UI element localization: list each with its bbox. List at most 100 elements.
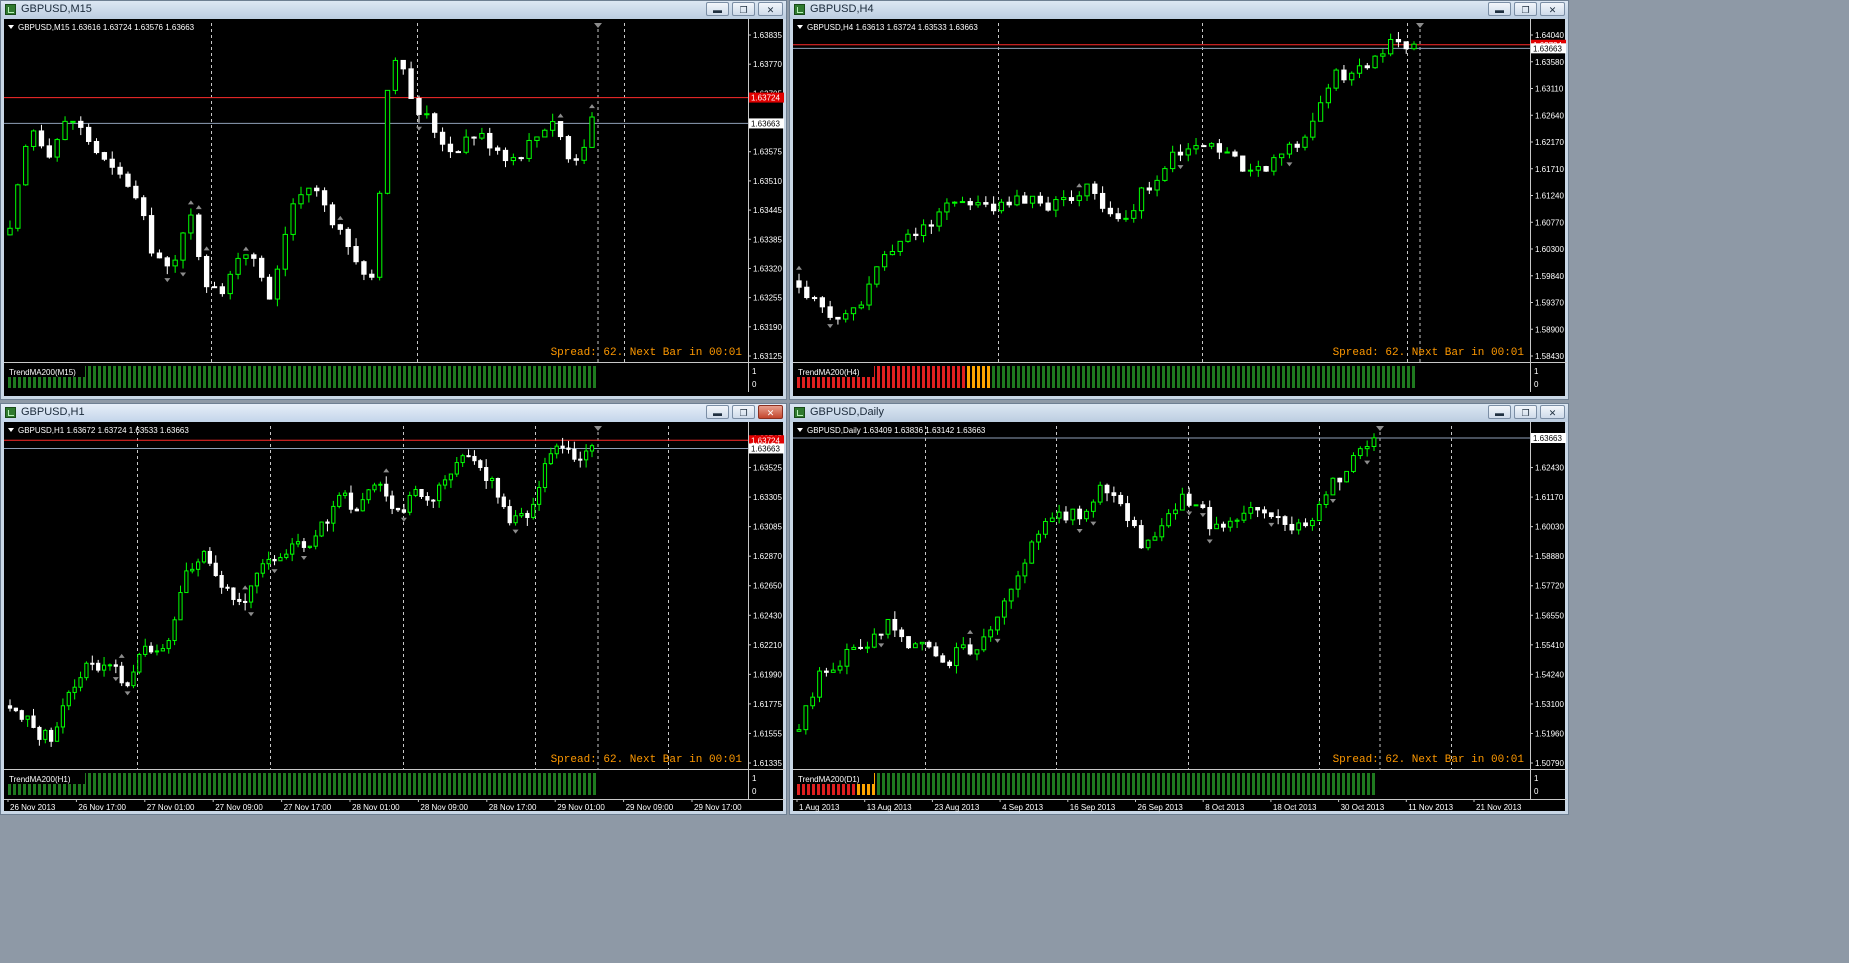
candlestick-chart[interactable]: 1.64040 1.63580 1.63110 1.62640 1.62170 1.617… [793,19,1567,398]
candle-body [196,561,201,570]
candle-body [348,492,354,510]
candle-body [1330,477,1336,496]
minimize-button[interactable]: ▬ [706,2,729,16]
fractal-arrow-icon [1268,522,1275,527]
trend-histogram-bar [133,773,136,795]
candle-body [331,505,336,524]
candle-body [1247,169,1254,172]
chart-window-h1[interactable]: GBPUSD,H1 ▬ ❐ ✕ 1.637451.635251.633051.6… [0,403,787,815]
candle-body [361,261,367,275]
candle-body [913,233,919,237]
candlestick-chart[interactable]: 1.63663 1.62430 1.61170 1.60030 1.58880 1.577… [793,422,1567,813]
candle-body [871,633,877,648]
candle-body [919,641,925,645]
trend-histogram-bar [378,366,381,388]
time-tick-label: 13 Aug 2013 [867,803,912,812]
bid-price-label: 1.63663 [751,119,780,128]
trend-histogram-bar [373,773,376,795]
trend-histogram-bar [1042,773,1045,795]
candlestick-chart[interactable]: 1.637451.635251.633051.630851.628701.626… [4,422,785,813]
candle-body [109,158,115,168]
window-titlebar[interactable]: GBPUSD,M15 ▬ ❐ ✕ [1,1,786,19]
candle-body [1310,520,1315,527]
fractal-arrow-icon [415,126,422,131]
candle-body [1263,166,1269,172]
minimize-button[interactable]: ▬ [1488,405,1511,419]
candle-body [550,121,556,131]
close-button[interactable]: ✕ [1540,2,1565,16]
candle-body [589,116,595,148]
trend-histogram-bar [1352,366,1355,388]
trend-histogram-bar [543,366,546,388]
restore-button[interactable]: ❐ [1514,2,1537,16]
trend-histogram-bar [318,773,321,795]
close-button[interactable]: ✕ [1540,405,1565,419]
price-tick-label: 1.62170 [1535,138,1564,147]
trend-histogram-bar [1377,366,1380,388]
trend-histogram-bar [1137,773,1140,795]
trend-histogram-bar [378,773,381,795]
candle-body [1302,136,1308,148]
trend-histogram-bar [123,773,126,795]
candle-body [301,541,307,548]
trend-histogram-bar [178,773,181,795]
trend-histogram-bar [1332,366,1335,388]
trend-histogram-bar [1087,366,1090,388]
price-tick-label: 1.51960 [1535,729,1564,738]
candle-body [1152,536,1158,541]
trend-histogram-bar [982,366,985,388]
trend-histogram-bar [173,773,176,795]
candle-body [178,592,183,621]
close-button[interactable]: ✕ [758,405,783,419]
window-title: GBPUSD,H4 [810,3,874,15]
chart-area[interactable]: 1.64040 1.63580 1.63110 1.62640 1.62170 1.617… [793,19,1567,398]
minimize-button[interactable]: ▬ [1488,2,1511,16]
candle-body [313,535,318,547]
trend-histogram-bar [1077,773,1080,795]
trend-histogram-bar [1352,773,1355,795]
candle-body [1380,53,1386,57]
trend-histogram-bar [1277,773,1280,795]
trend-histogram-bar [1257,773,1260,795]
close-button[interactable]: ✕ [758,2,783,16]
chart-window-h4[interactable]: GBPUSD,H4 ▬ ❐ ✕ 1.64040 1.63580 1.63110 1.6… [789,0,1569,400]
window-titlebar[interactable]: GBPUSD,H1 ▬ ❐ ✕ [1,404,786,422]
chart-window-daily[interactable]: GBPUSD,Daily ▬ ❐ ✕ 1.63663 1.62430 1.61170… [789,403,1569,815]
candle-body [401,509,406,513]
trend-histogram-bar [223,773,226,795]
candle-body [237,598,242,602]
trend-histogram-bar [1407,366,1410,388]
trend-histogram-bar [343,773,346,795]
restore-button[interactable]: ❐ [732,2,755,16]
candle-body [1115,213,1121,220]
candle-body [15,184,21,229]
candle-body [248,585,254,603]
trend-histogram-bar [533,366,536,388]
window-titlebar[interactable]: GBPUSD,Daily ▬ ❐ ✕ [790,404,1568,422]
trend-histogram-bar [513,773,516,795]
chart-area[interactable]: 1.638351.637701.637051.636401.635751.635… [4,19,785,398]
candle-body [141,197,147,217]
minimize-button[interactable]: ▬ [706,405,729,419]
trend-histogram-bar [952,366,955,388]
candle-body [531,503,536,518]
trend-histogram-bar [303,773,306,795]
trend-histogram-bar [503,773,506,795]
trend-histogram-bar [892,366,895,388]
chart-area[interactable]: 1.63663 1.62430 1.61170 1.60030 1.58880 1.577… [793,422,1567,813]
price-tick-label: 1.62650 [753,582,782,591]
trend-histogram-bar [1042,366,1045,388]
trend-histogram-bar [228,773,231,795]
trend-histogram-bar [942,366,945,388]
restore-button[interactable]: ❐ [732,405,755,419]
chart-area[interactable]: 1.637451.635251.633051.630851.628701.626… [4,422,785,813]
trend-histogram-bar [553,366,556,388]
restore-button[interactable]: ❐ [1514,405,1537,419]
trend-histogram-bar [1242,366,1245,388]
chart-window-m15[interactable]: GBPUSD,M15 ▬ ❐ ✕ 1.638351.637701.637051.… [0,0,787,400]
window-titlebar[interactable]: GBPUSD,H4 ▬ ❐ ✕ [790,1,1568,19]
candle-body [866,283,872,306]
candlestick-chart[interactable]: 1.638351.637701.637051.636401.635751.635… [4,19,785,398]
trend-histogram-bar [1102,366,1105,388]
trend-histogram-bar [108,366,111,388]
